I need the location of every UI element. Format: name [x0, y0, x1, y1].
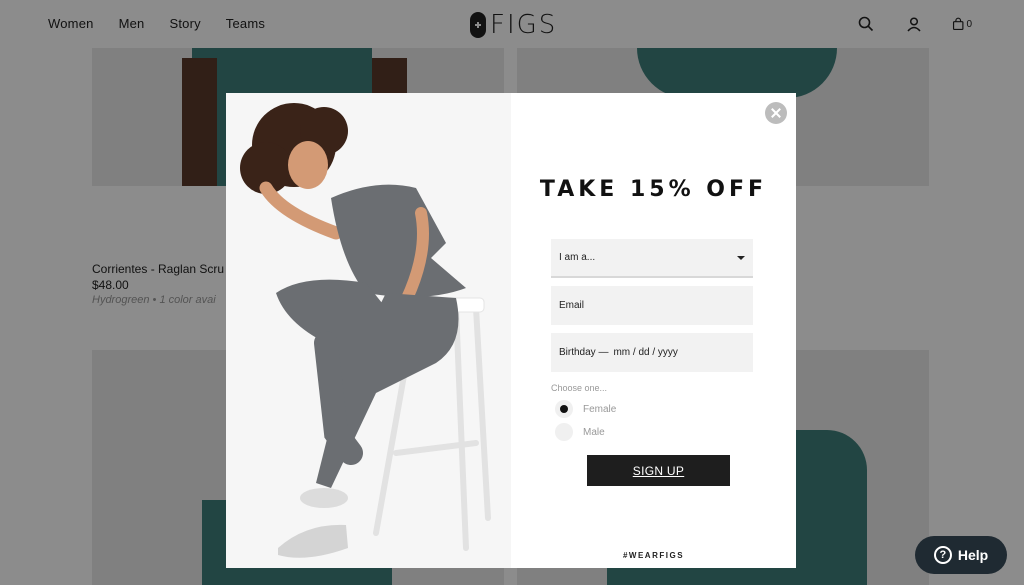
signup-form-panel: TAKE 15% OFF I am a... Birthday — Choose… — [511, 93, 796, 568]
hashtag-text: #WEARFIGS — [622, 551, 685, 560]
radio-label: Female — [583, 403, 617, 415]
sign-up-button[interactable]: SIGN UP — [587, 455, 730, 486]
role-select-value: I am a... — [559, 252, 596, 263]
email-field[interactable] — [551, 286, 753, 325]
radio-unchecked-icon[interactable] — [555, 423, 573, 441]
email-input[interactable] — [559, 300, 745, 311]
close-icon[interactable] — [765, 102, 787, 124]
help-question-icon: ? — [933, 546, 952, 564]
radio-option-male[interactable]: Male — [555, 423, 605, 441]
birthday-field[interactable]: Birthday — — [551, 333, 753, 372]
help-label: Help — [957, 547, 989, 563]
help-button[interactable]: ? Help — [915, 536, 1007, 574]
choose-label: Choose one... — [551, 383, 608, 393]
caret-down-icon — [737, 255, 745, 260]
radio-checked-icon[interactable] — [555, 400, 573, 418]
discount-modal: TAKE 15% OFF I am a... Birthday — Choose… — [226, 93, 796, 568]
role-select[interactable]: I am a... — [551, 239, 753, 278]
model-photo — [226, 93, 511, 568]
radio-label: Male — [583, 426, 605, 438]
modal-headline: TAKE 15% OFF — [539, 177, 768, 202]
birthday-label: Birthday — — [559, 347, 609, 358]
radio-option-female[interactable]: Female — [555, 400, 616, 418]
birthday-input[interactable] — [613, 347, 704, 358]
